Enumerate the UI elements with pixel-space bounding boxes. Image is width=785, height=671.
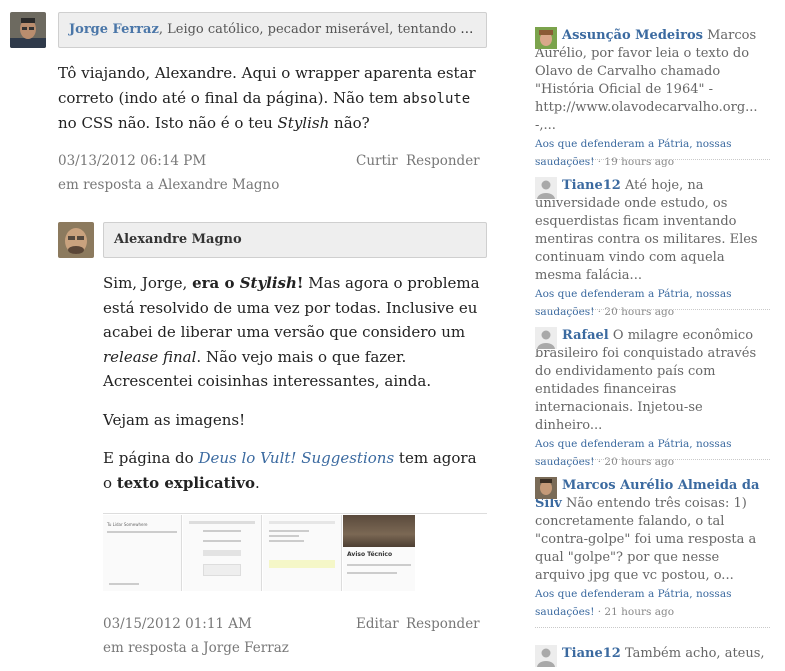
recent-comment-time: · 20 hours ago <box>594 306 675 318</box>
divider <box>535 309 770 310</box>
comment-date[interactable]: 03/13/2012 06:14 PM <box>58 153 206 169</box>
reply-button[interactable]: Responder <box>406 616 480 632</box>
recent-comment-excerpt: Até hoje, na universidade onde estudo, o… <box>535 178 758 283</box>
recent-comment-author[interactable]: Assunção Medeiros <box>562 28 703 43</box>
in-reply-to-link[interactable]: em resposta a Alexandre Magno <box>58 177 279 193</box>
avatar-alexandre-magno[interactable] <box>58 222 94 258</box>
comment-strong: texto explicativo <box>116 473 255 492</box>
comment-body: Tô viajando, Alexandre. Aqui o wrapper a… <box>58 61 488 136</box>
recent-comment-time: · 19 hours ago <box>594 156 675 168</box>
recent-comment-item: Marcos Aurélio Almeida da Silv Não enten… <box>535 477 770 621</box>
recent-comment-item: Tiane12 Também acho, ateus, <box>535 645 770 667</box>
edit-button[interactable]: Editar <box>356 616 399 632</box>
comment-header: Jorge Ferraz, Leigo católico, pecador mi… <box>58 12 487 48</box>
thumbnail-caption: Tu Lidar Somewhere <box>107 522 148 527</box>
thumbnail-1[interactable]: Tu Lidar Somewhere <box>103 515 182 591</box>
recent-comment-author[interactable]: Tiane12 <box>562 178 621 193</box>
divider <box>535 627 770 628</box>
comment-emphasis: release final <box>103 347 197 366</box>
recent-comment-author[interactable]: Tiane12 <box>562 646 621 661</box>
comment-header: Alexandre Magno <box>103 222 487 258</box>
image-thumbnails: Tu Lidar Somewhere Aviso Técnico <box>103 513 487 592</box>
avatar[interactable] <box>535 27 557 49</box>
divider <box>535 159 770 160</box>
comment-author-bio: , Leigo católico, pecador miserável, ten… <box>158 22 487 37</box>
recent-comment-author[interactable]: Rafael <box>562 328 609 343</box>
default-avatar-icon[interactable] <box>535 177 557 199</box>
comment-text: não? <box>329 114 370 132</box>
comment-strong: era o <box>192 274 240 292</box>
in-reply-to-link[interactable]: em resposta a Jorge Ferraz <box>103 640 289 656</box>
recent-comment-excerpt: Não entendo três coisas: 1) concretament… <box>535 496 757 583</box>
recent-comment-item: Rafael O milagre econômico brasileiro fo… <box>535 327 770 471</box>
comment-paragraph: Vejam as imagens! <box>103 410 246 429</box>
comment-emphasis: Stylish <box>239 274 297 292</box>
like-button[interactable]: Curtir <box>356 153 398 169</box>
comment-text: Sim, Jorge, <box>103 274 193 292</box>
recent-comment-excerpt: Marcos Aurélio, por favor leia o texto d… <box>535 28 758 133</box>
recent-comment-time: · 21 hours ago <box>594 606 675 618</box>
comment-date[interactable]: 03/15/2012 01:11 AM <box>103 616 252 632</box>
avatar[interactable] <box>535 477 557 499</box>
comment-text: no CSS não. Isto não é o teu <box>58 114 278 132</box>
comment-text: E página do <box>103 449 199 467</box>
recent-comment-item: Tiane12 Até hoje, na universidade onde e… <box>535 177 770 321</box>
recent-comment-excerpt: O milagre econômico brasileiro foi conqu… <box>535 328 757 433</box>
comment-body: Sim, Jorge, era o Stylish! Mas agora o p… <box>103 271 488 495</box>
recent-comment-time: · 20 hours ago <box>594 456 675 468</box>
recent-comment-item: Assunção Medeiros Marcos Aurélio, por fa… <box>535 27 770 171</box>
thumbnail-3[interactable] <box>263 515 342 591</box>
comment-strong: ! <box>296 274 304 292</box>
comment-code: absolute <box>402 90 471 107</box>
avatar-jorge-ferraz[interactable] <box>10 12 46 48</box>
divider <box>535 459 770 460</box>
default-avatar-icon[interactable] <box>535 645 557 667</box>
comment-author-name[interactable]: Alexandre Magno <box>114 232 242 247</box>
thumbnail-4[interactable]: Aviso Técnico <box>343 515 415 591</box>
thumbnail-2[interactable] <box>183 515 262 591</box>
comment-author-link[interactable]: Jorge Ferraz <box>69 22 159 37</box>
default-avatar-icon[interactable] <box>535 327 557 349</box>
reply-button[interactable]: Responder <box>406 153 480 169</box>
recent-comment-excerpt: Também acho, ateus, <box>620 646 765 661</box>
comment-emphasis: Stylish <box>277 114 330 132</box>
comment-text: . <box>254 473 260 492</box>
suggestions-link[interactable]: Deus lo Vult! Suggestions <box>198 449 394 467</box>
thumbnail-caption: Aviso Técnico <box>347 551 393 558</box>
